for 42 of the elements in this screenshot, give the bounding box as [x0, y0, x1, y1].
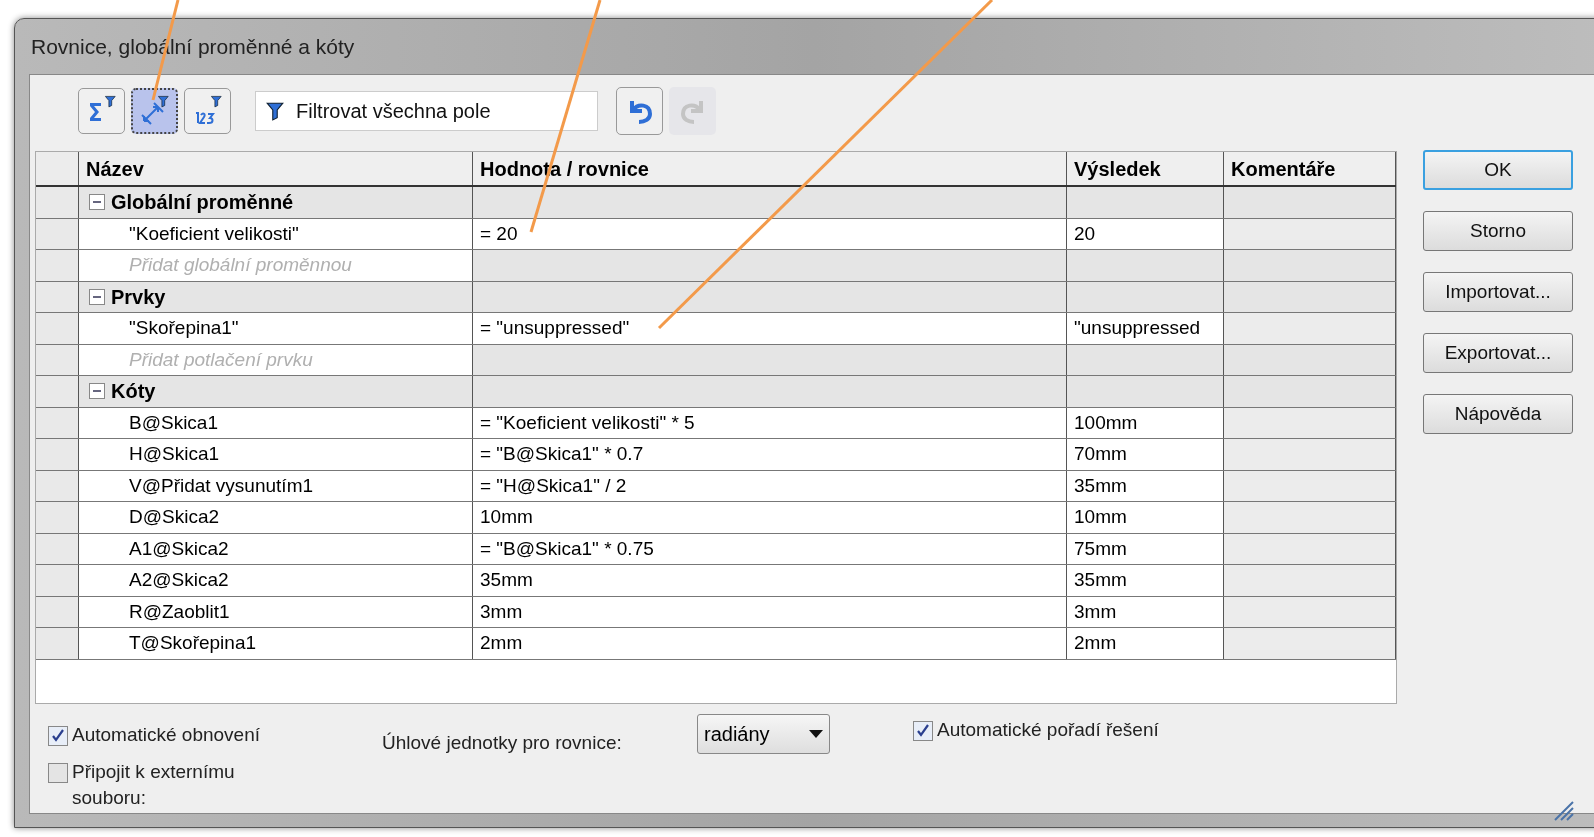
collapse-toggle-icon[interactable] [89, 383, 105, 400]
angle-units-label: Úhlové jednotky pro rovnice: [382, 731, 622, 755]
filter-field[interactable]: Filtrovat všechna pole [255, 91, 598, 131]
undo-button[interactable] [616, 87, 663, 135]
checkbox-label[interactable]: Připojit k externímu souboru: [72, 759, 272, 811]
dialog-button[interactable]: Exportovat... [1423, 333, 1573, 373]
dimension-filter-icon [138, 95, 171, 127]
row-header-cell [36, 313, 79, 344]
row-header-cell [36, 250, 79, 281]
dialog-button[interactable]: Importovat... [1423, 272, 1573, 312]
dialog-button[interactable]: Nápověda [1423, 394, 1573, 434]
column-header[interactable]: Komentáře [1224, 152, 1396, 185]
column-header[interactable]: Název [79, 152, 473, 185]
row-header-cell [36, 407, 79, 438]
row-header-cell [36, 565, 79, 596]
checkbox[interactable] [48, 726, 68, 746]
row-header-cell [36, 533, 79, 564]
filter-toggle-button[interactable] [131, 88, 178, 134]
row-header-cell [36, 344, 79, 375]
checkbox[interactable] [913, 721, 933, 741]
collapse-toggle-icon[interactable] [89, 194, 105, 211]
group-label: Globální proměnné [111, 190, 294, 216]
column-header[interactable]: Výsledek [1067, 152, 1224, 185]
row-header-cell [36, 596, 79, 627]
checkbox[interactable] [48, 763, 68, 783]
filter-toggle-button[interactable] [184, 88, 231, 134]
group-label: Prvky [111, 284, 166, 310]
caret-icon [809, 730, 823, 738]
checkbox-label[interactable]: Automatické obnovení [72, 722, 260, 748]
angle-units-dropdown[interactable]: radiány [697, 714, 830, 754]
row-header-cell [36, 218, 79, 249]
collapse-toggle-icon[interactable] [89, 288, 105, 305]
filter-toggle-button[interactable] [78, 88, 125, 134]
group-label: Kóty [111, 379, 156, 405]
row-header-cell [36, 439, 79, 470]
dialog-button[interactable]: OK [1423, 150, 1573, 190]
row-header-cell [36, 470, 79, 501]
filter-icon [265, 101, 285, 121]
row-header-cell [36, 502, 79, 533]
dialog-button[interactable]: Storno [1423, 211, 1573, 251]
row-header-cell [36, 628, 79, 659]
checkbox-label[interactable]: Automatické pořadí řešení [937, 717, 1159, 743]
